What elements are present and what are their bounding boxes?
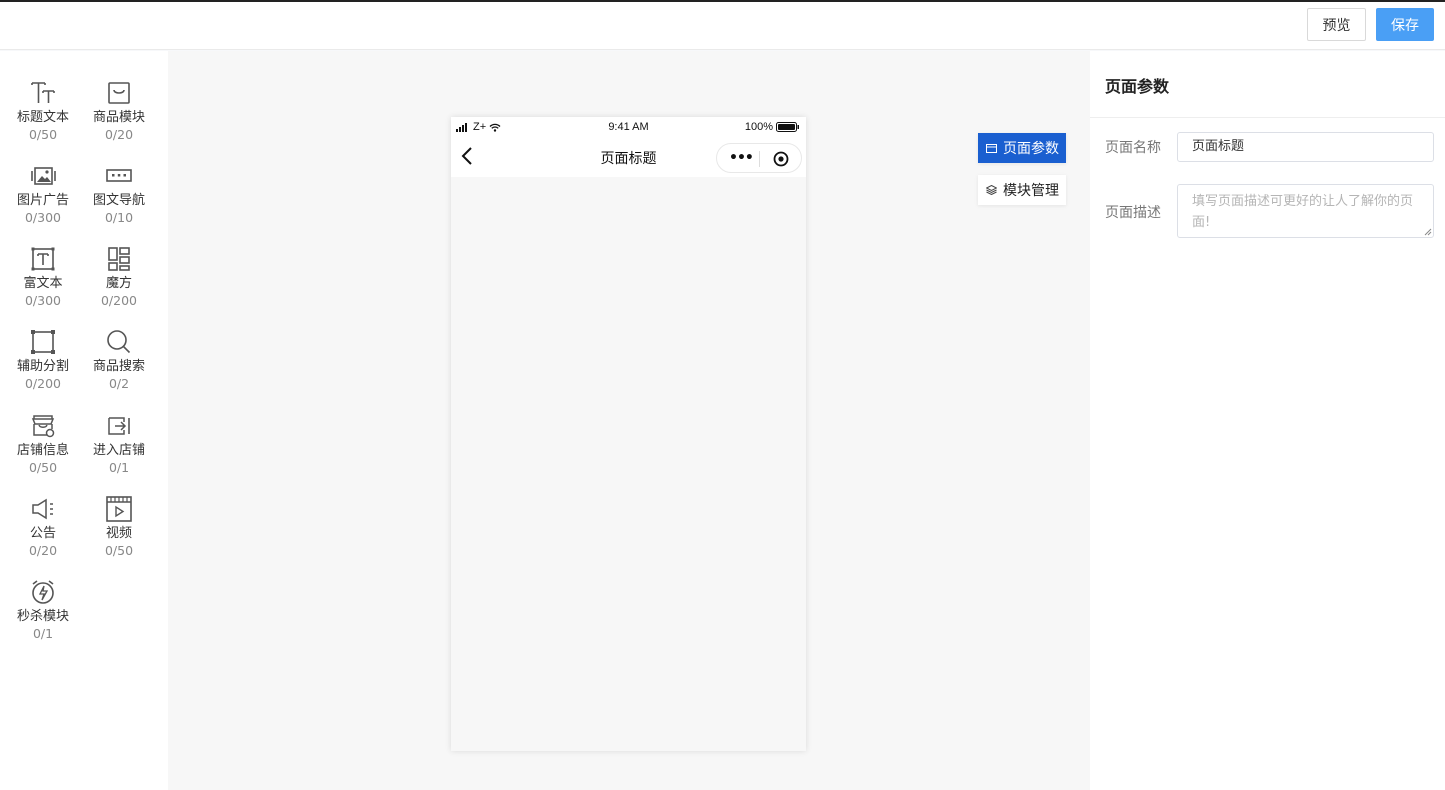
component-name: 标题文本 [16,110,69,125]
component-count: 0/20 [28,543,58,558]
page-settings-panel: 页面参数 页面名称 页面标题 页面描述 填写页面描述可更好的让人了解你的页面! [1090,51,1445,790]
component-notice[interactable]: 公告 0/20 [5,495,81,575]
store-info-icon [31,415,55,438]
image-nav-icon [106,169,132,182]
component-name: 图片广告 [16,193,69,208]
resize-grip-icon[interactable] [1423,227,1432,236]
component-title-text[interactable]: 标题文本 0/50 [5,79,81,159]
component-count: 0/50 [28,460,58,475]
component-name: 店铺信息 [16,443,69,458]
component-goods[interactable]: 商品模块 0/20 [81,79,157,159]
divider-icon [31,330,55,354]
component-count: 0/2 [108,376,130,391]
component-count: 0/50 [28,127,58,142]
flash-sale-icon [32,580,54,604]
component-count: 0/1 [108,460,130,475]
status-bar: Z+ 9:41 AM 100% [451,117,806,137]
component-count: 0/200 [100,293,138,308]
component-count: 0/50 [104,543,134,558]
component-rich-text[interactable]: 富文本 0/300 [5,245,81,325]
divider [1090,117,1445,118]
component-cube[interactable]: 魔方 0/200 [81,245,157,325]
search-icon [107,330,131,354]
component-store-info[interactable]: 店铺信息 0/50 [5,412,81,492]
page-desc-label: 页面描述 [1105,205,1161,221]
page-name-label: 页面名称 [1105,140,1161,156]
component-name: 进入店铺 [92,443,145,458]
component-count: 0/20 [104,127,134,142]
video-icon [106,496,132,522]
phone-preview[interactable]: Z+ 9:41 AM 100% 页面标题 ••• [451,117,806,751]
component-name: 魔方 [105,276,132,291]
tab-label: 模块管理 [1003,183,1059,199]
component-flash-sale[interactable]: 秒杀模块 0/1 [5,578,81,658]
layers-icon [986,185,997,195]
preview-button[interactable]: 预览 [1307,8,1366,41]
battery-text: 100% [744,121,773,133]
tab-label: 页面参数 [1003,141,1059,157]
component-name: 秒杀模块 [16,609,69,624]
tab-page-params[interactable]: 页面参数 [978,133,1066,163]
component-image-ad[interactable]: 图片广告 0/300 [5,162,81,242]
component-goods-search[interactable]: 商品搜索 0/2 [81,328,157,408]
component-name: 图文导航 [92,193,145,208]
component-count: 0/200 [24,376,62,391]
component-image-nav[interactable]: 图文导航 0/10 [81,162,157,242]
component-name: 辅助分割 [16,359,69,374]
component-count: 0/300 [24,293,62,308]
tab-module-manage[interactable]: 模块管理 [978,175,1066,205]
page-name-input[interactable]: 页面标题 [1177,132,1434,162]
page-desc-textarea[interactable]: 填写页面描述可更好的让人了解你的页面! [1177,184,1434,238]
component-name: 视频 [105,526,132,541]
mini-program-capsule[interactable]: ••• [716,143,802,173]
page-icon [986,143,997,153]
phone-header: Z+ 9:41 AM 100% 页面标题 ••• [451,117,806,177]
more-icon[interactable]: ••• [729,150,754,166]
save-button[interactable]: 保存 [1376,8,1434,41]
close-target-icon[interactable] [773,151,789,167]
component-panel: 标题文本 0/50 商品模块 0/20 图片广告 0/300 图文导航 0/10… [0,51,168,790]
component-count: 0/1 [32,626,54,641]
component-enter-store[interactable]: 进入店铺 0/1 [81,412,157,492]
battery-icon [776,122,799,132]
component-divider[interactable]: 辅助分割 0/200 [5,328,81,408]
rich-text-icon [31,247,55,271]
panel-title: 页面参数 [1105,77,1170,96]
title-text-icon [31,82,55,103]
image-ad-icon [31,167,56,185]
component-name: 商品搜索 [92,359,145,374]
cube-layout-icon [108,247,130,271]
component-video[interactable]: 视频 0/50 [81,495,157,575]
component-count: 0/10 [104,210,134,225]
top-toolbar: 预览 保存 [0,0,1445,50]
shopping-bag-icon [108,82,130,104]
component-name: 公告 [29,526,56,541]
enter-store-icon [108,417,130,435]
component-name: 商品模块 [92,110,145,125]
component-name: 富文本 [23,276,63,291]
capsule-separator [759,151,760,167]
phone-nav-bar: 页面标题 ••• [451,139,806,175]
megaphone-icon [32,498,53,520]
component-count: 0/300 [24,210,62,225]
